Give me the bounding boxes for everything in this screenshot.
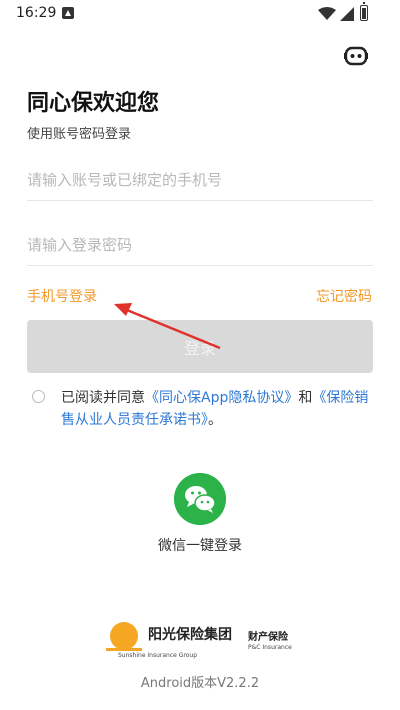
notification-icon — [62, 7, 74, 19]
agreement-checkbox[interactable] — [32, 390, 45, 403]
wechat-login-label[interactable]: 微信一键登录 — [0, 535, 400, 555]
sun-logo-icon — [106, 622, 142, 651]
password-field — [27, 225, 373, 266]
app-version: Android版本V2.2.2 — [140, 676, 260, 691]
account-input[interactable] — [27, 160, 373, 200]
status-bar: 16:29 — [0, 0, 400, 28]
status-time: 16:29 — [16, 5, 57, 21]
battery-icon — [360, 2, 368, 21]
agreement-text: 已阅读并同意《同心保App隐私协议》和《保险销售从业人员责任承诺书》。 — [61, 387, 373, 431]
brand-sub-cn: 财产保险 — [248, 632, 288, 643]
phone-login-link[interactable]: 手机号登录 — [27, 286, 97, 306]
page-title: 同心保欢迎您 — [27, 91, 160, 116]
account-field — [27, 160, 373, 201]
agreement-and: 和 — [298, 390, 313, 406]
page-subtitle: 使用账号密码登录 — [27, 127, 132, 142]
annotation-arrow — [114, 303, 221, 350]
brand-name-cn: 阳光保险集团 — [148, 627, 232, 643]
forgot-password-link[interactable]: 忘记密码 — [316, 286, 372, 306]
brand-logo: 阳光保险集团 财产保险 Sunshine Insurance Group P&C… — [106, 622, 308, 659]
agreement-prefix: 已阅读并同意 — [61, 390, 145, 406]
wechat-icon[interactable] — [174, 473, 226, 525]
privacy-agreement-link[interactable]: 《同心保App隐私协议》 — [145, 390, 298, 406]
agreement-suffix: 。 — [208, 412, 222, 428]
brand-name-en: Sunshine Insurance Group — [118, 652, 198, 659]
password-input[interactable] — [27, 225, 373, 265]
signal-icon — [340, 7, 354, 21]
wifi-icon — [318, 7, 336, 20]
brand-sub-en: P&C Insurance — [248, 644, 292, 651]
robot-icon[interactable] — [344, 44, 368, 66]
